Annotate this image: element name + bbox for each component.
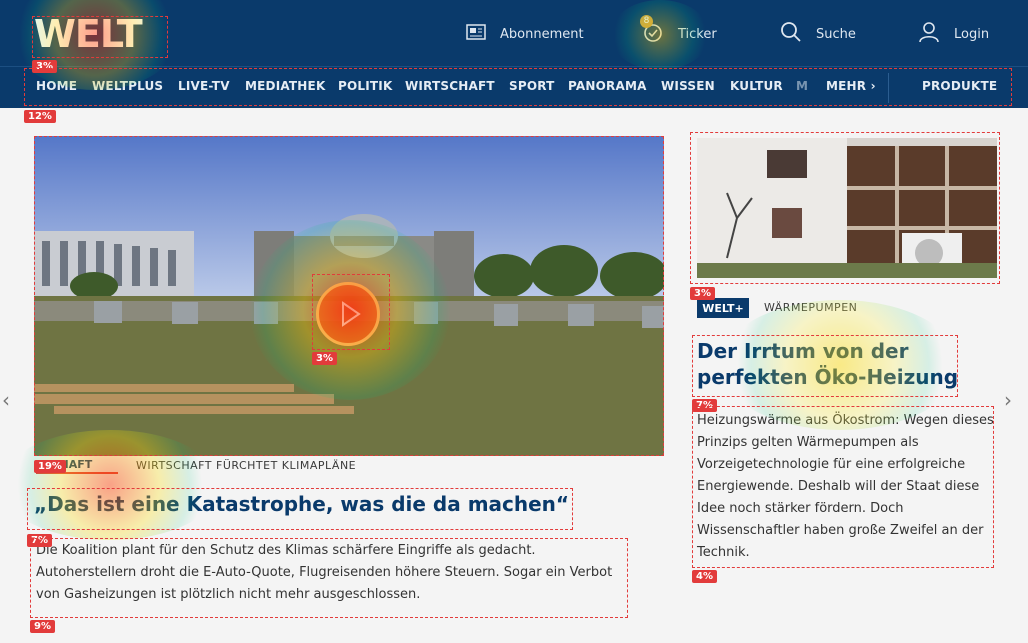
play-icon [342, 301, 361, 327]
main-navigation: HOME WELTPLUS LIVE-TV MEDIATHEK POLITIK … [0, 66, 1028, 108]
play-button[interactable] [316, 282, 380, 346]
side-article-headline[interactable]: Der Irrtum von der perfekten Öko-Heizung [697, 338, 987, 390]
main-article-headline[interactable]: „Das ist eine Katastrophe, was die da ma… [34, 492, 569, 516]
main-article-topic[interactable]: WIRTSCHAFT FÜRCHTET KLIMAPLÄNE [136, 459, 356, 472]
user-icon [918, 21, 940, 47]
nav-item-wissen[interactable]: WISSEN [661, 79, 715, 93]
nav-item-weltplus[interactable]: WELTPLUS [92, 79, 163, 93]
prev-arrow-icon[interactable]: ‹ [2, 388, 10, 412]
ticker-link[interactable]: 8 Ticker [640, 15, 717, 47]
side-article-image[interactable] [697, 138, 997, 278]
heatmap-label-side-image: 3% [690, 287, 715, 300]
nav-more-button[interactable]: MEHR › [826, 79, 876, 93]
ticker-label: Ticker [678, 26, 717, 42]
side-article-teaser[interactable]: Heizungswärme aus Ökostrom: Wegen dieses… [697, 410, 997, 564]
nav-item-mediathek[interactable]: MEDIATHEK [245, 79, 325, 93]
main-article-teaser[interactable]: Die Koalition plant für den Schutz des K… [36, 540, 636, 606]
heatmap-label-kicker: 19% [34, 460, 66, 473]
nav-item-live-tv[interactable]: LIVE-TV [178, 79, 230, 93]
nav-item-home[interactable]: HOME [36, 79, 77, 93]
abonnement-link[interactable]: Abonnement [466, 22, 584, 46]
nav-produkte-button[interactable]: PRODUKTE [922, 79, 997, 93]
house-heatpump-image [697, 138, 997, 278]
heatmap-label-logo: 3% [32, 60, 57, 73]
heatmap-label-teaser-right: 4% [692, 570, 717, 583]
site-header: WELT Abonnement 8 Ticker Suche Login [0, 0, 1028, 66]
nav-item-panorama[interactable]: PANORAMA [568, 79, 647, 93]
search-icon [780, 21, 802, 47]
search-label: Suche [816, 26, 856, 42]
heatmap-label-teaser-left: 9% [30, 620, 55, 633]
abonnement-label: Abonnement [500, 26, 584, 42]
login-link[interactable]: Login [918, 22, 989, 46]
nav-item-sport[interactable]: SPORT [509, 79, 555, 93]
nav-item-truncated[interactable]: M [796, 79, 808, 93]
login-label: Login [954, 26, 990, 42]
newspaper-icon [466, 24, 486, 44]
weltplus-badge: WELT+ [697, 298, 749, 318]
heatmap-label-headline-right: 7% [692, 399, 717, 412]
heatmap-label-nav: 12% [24, 110, 56, 123]
nav-divider [888, 73, 889, 103]
search-link[interactable]: Suche [780, 22, 856, 46]
side-article-topic[interactable]: WÄRMEPUMPEN [764, 301, 857, 314]
heatmap-label-play: 3% [312, 352, 337, 365]
welt-logo[interactable]: WELT [34, 12, 143, 56]
clock-icon: 8 [640, 15, 664, 47]
nav-item-wirtschaft[interactable]: WIRTSCHAFT [405, 79, 495, 93]
nav-item-politik[interactable]: POLITIK [338, 79, 392, 93]
nav-item-kultur[interactable]: KULTUR [730, 79, 783, 93]
ticker-badge: 8 [640, 15, 653, 28]
next-arrow-icon[interactable]: › [1004, 388, 1012, 412]
heatmap-label-headline-left: 7% [27, 534, 52, 547]
